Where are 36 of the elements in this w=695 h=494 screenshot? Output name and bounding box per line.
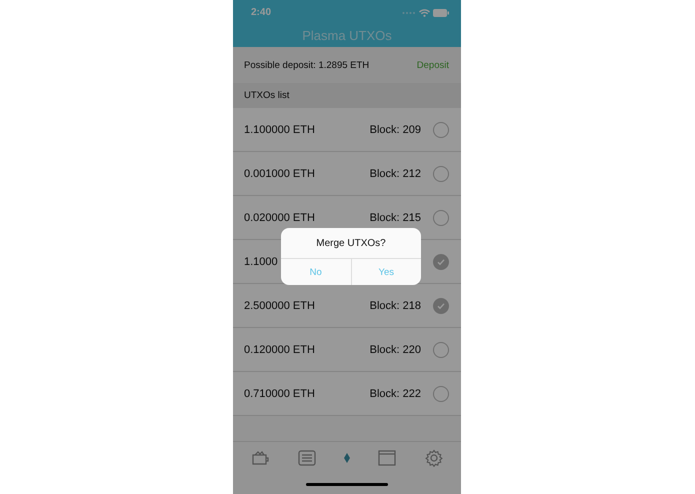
checked-circle-icon[interactable] (433, 298, 449, 314)
block-text: Block: 218 (370, 300, 421, 312)
amount-text: 1.1000 (244, 256, 278, 268)
amount-text: 0.710000 ETH (244, 388, 315, 400)
wallet-icon[interactable] (251, 450, 270, 466)
empty-circle-icon[interactable] (433, 210, 449, 226)
amount-text: 1.100000 ETH (244, 124, 315, 136)
empty-circle-icon[interactable] (433, 166, 449, 182)
block-text: Block: 212 (370, 168, 421, 180)
utxo-row[interactable]: 1.100000 ETH Block: 209 (233, 108, 461, 152)
wifi-icon (419, 8, 430, 16)
block-text: Block: 222 (370, 388, 421, 400)
diamond-icon[interactable] (344, 453, 350, 463)
checked-circle-icon[interactable] (433, 254, 449, 270)
list-icon[interactable] (298, 450, 316, 466)
section-header: UTXOs list (233, 83, 461, 108)
status-time: 2:40 (251, 7, 272, 18)
amount-text: 2.500000 ETH (244, 300, 315, 312)
utxo-row[interactable]: 0.120000 ETH Block: 220 (233, 328, 461, 372)
nav-title: Plasma UTXOs (301, 27, 393, 45)
battery-icon (433, 8, 449, 16)
empty-circle-icon[interactable] (433, 122, 449, 138)
amount-text: 0.120000 ETH (244, 344, 315, 356)
amount-text: 0.020000 ETH (244, 212, 315, 224)
deposit-text: Possible deposit: 1.2895 ETH (244, 60, 370, 70)
block-text: Block: 215 (370, 212, 421, 224)
utxo-row[interactable]: 0.710000 ETH Block: 222 (233, 372, 461, 416)
block-text: Block: 220 (370, 344, 421, 356)
block-text: Block: 209 (370, 124, 421, 136)
window-icon[interactable] (378, 450, 396, 466)
settings-icon[interactable] (424, 449, 443, 467)
utxo-row[interactable]: 0.001000 ETH Block: 212 (233, 152, 461, 196)
empty-circle-icon[interactable] (433, 342, 449, 358)
amount-text: 0.001000 ETH (244, 168, 315, 180)
empty-circle-icon[interactable] (433, 386, 449, 402)
alert-title: Merge UTXOs? (315, 237, 387, 251)
